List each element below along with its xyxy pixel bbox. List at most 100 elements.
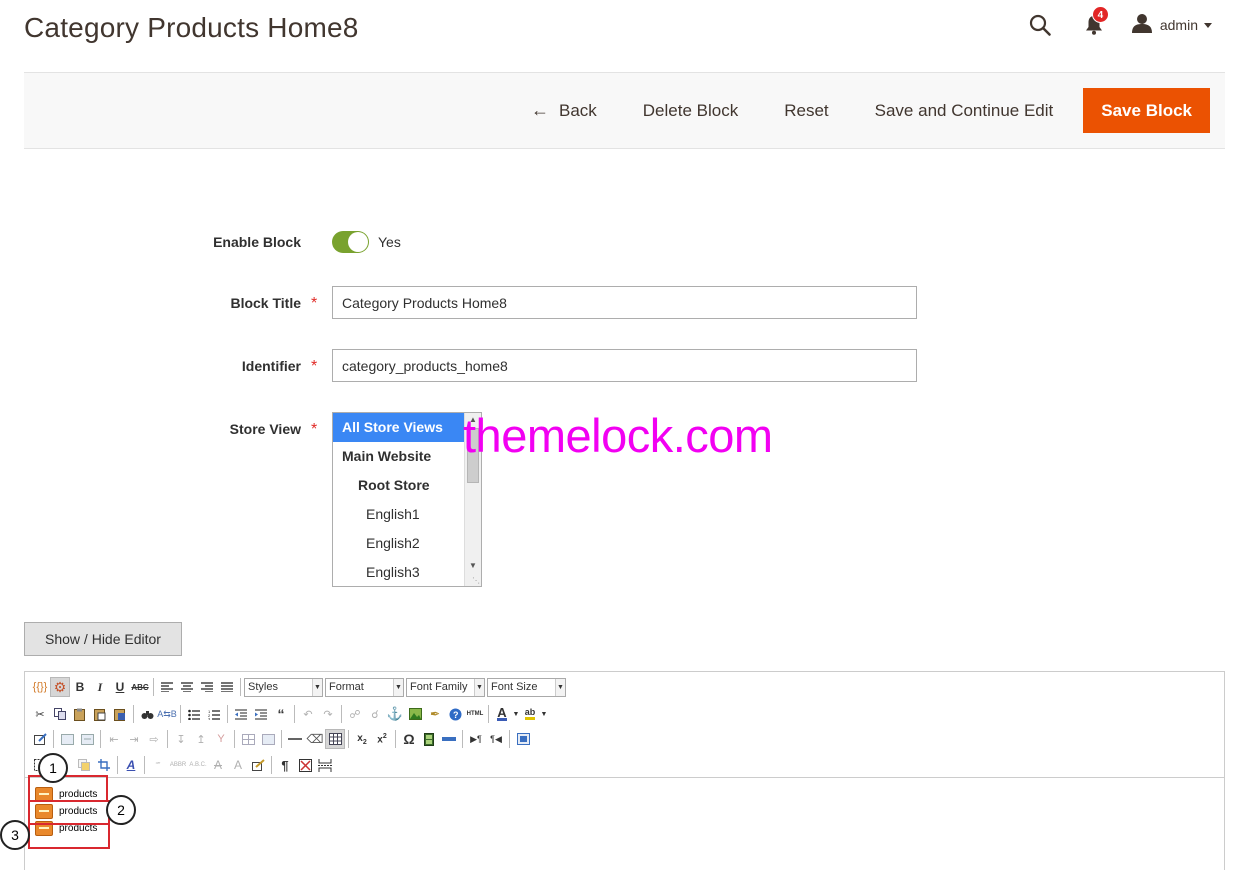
resize-grip-icon[interactable]: ⋱ <box>472 576 480 585</box>
insert-media-icon[interactable] <box>419 729 439 749</box>
insert-text-icon[interactable]: A <box>228 755 248 775</box>
find-replace-icon[interactable]: A⇆B <box>157 704 177 724</box>
style-props-icon[interactable]: A <box>121 755 141 775</box>
edit-style-icon[interactable] <box>30 729 50 749</box>
back-button[interactable]: ← Back <box>508 88 620 133</box>
crop-icon[interactable] <box>94 755 114 775</box>
format-select[interactable]: Format ▼ <box>325 677 404 697</box>
insert-layer-icon[interactable] <box>57 729 77 749</box>
delete-block-button[interactable]: Delete Block <box>620 88 761 133</box>
rtl-icon[interactable]: ¶◀ <box>486 729 506 749</box>
notifications-button[interactable]: 4 <box>1082 6 1109 37</box>
row-after-icon[interactable]: ⇥ <box>124 729 144 749</box>
absolute-position-icon[interactable] <box>77 729 97 749</box>
store-option-english3[interactable]: English3 <box>333 558 466 586</box>
delete-col-icon[interactable]: Υ <box>211 729 231 749</box>
attributes-icon[interactable] <box>248 755 268 775</box>
styles-select[interactable]: Styles ▼ <box>244 677 323 697</box>
bold-icon[interactable]: B <box>70 677 90 697</box>
abbr-icon[interactable]: ABBR <box>168 755 188 775</box>
undo-icon[interactable]: ↶ <box>298 704 318 724</box>
editor-content-area[interactable]: products products products <box>25 778 1224 870</box>
store-view-label: Store View <box>229 421 301 437</box>
store-option-all-store-views[interactable]: All Store Views <box>333 413 466 442</box>
col-after-icon[interactable]: ↥ <box>191 729 211 749</box>
help-icon[interactable]: ? <box>445 704 465 724</box>
acronym-icon[interactable]: A.B.C. <box>188 755 208 775</box>
store-option-root-store[interactable]: Root Store <box>333 471 466 500</box>
header-actions: 4 admin <box>1028 6 1212 40</box>
special-character-icon[interactable]: Ω <box>399 729 419 749</box>
superscript-icon[interactable]: x2 <box>372 729 392 749</box>
visual-chars-icon[interactable]: ¶ <box>275 755 295 775</box>
search-icon[interactable] <box>1028 13 1052 37</box>
cite-icon[interactable]: “” <box>148 755 168 775</box>
page-break-icon[interactable] <box>315 755 335 775</box>
enable-block-label: Enable Block <box>213 234 301 250</box>
store-option-english1[interactable]: English1 <box>333 500 466 529</box>
find-icon[interactable] <box>137 704 157 724</box>
save-and-continue-button[interactable]: Save and Continue Edit <box>852 88 1077 133</box>
underline-icon[interactable]: U <box>110 677 130 697</box>
paste-icon[interactable] <box>70 704 90 724</box>
chevron-down-icon: ▼ <box>555 678 565 696</box>
row-before-icon[interactable]: ⇤ <box>104 729 124 749</box>
indent-icon[interactable] <box>251 704 271 724</box>
horizontal-line-icon[interactable] <box>439 729 459 749</box>
font-size-select-label: Font Size <box>491 681 538 693</box>
col-before-icon[interactable]: ↧ <box>171 729 191 749</box>
strikethrough-icon[interactable]: ABC <box>130 677 150 697</box>
outdent-icon[interactable] <box>231 704 251 724</box>
fullscreen-icon[interactable] <box>513 729 533 749</box>
insert-widget-icon[interactable]: ⚙ <box>50 677 70 697</box>
merge-cells-icon[interactable] <box>258 729 278 749</box>
delete-text-icon[interactable]: A <box>208 755 228 775</box>
chevron-down-icon[interactable]: ▼ <box>512 704 520 724</box>
enable-block-toggle[interactable] <box>332 231 369 253</box>
store-option-main-website[interactable]: Main Website <box>333 442 466 471</box>
unlink-icon[interactable]: ☌ <box>365 704 385 724</box>
align-justify-icon[interactable] <box>217 677 237 697</box>
non-breaking-icon[interactable] <box>295 755 315 775</box>
copy-icon[interactable] <box>50 704 70 724</box>
background-color-icon[interactable]: ab <box>520 704 540 724</box>
insert-image-icon[interactable] <box>405 704 425 724</box>
horizontal-rule-icon[interactable] <box>285 729 305 749</box>
show-hide-editor-button[interactable]: Show / Hide Editor <box>24 622 182 656</box>
font-family-select[interactable]: Font Family ▼ <box>406 677 485 697</box>
subscript-icon[interactable]: x2 <box>352 729 372 749</box>
cut-icon[interactable]: ✂ <box>30 704 50 724</box>
cleanup-icon[interactable]: ✒ <box>425 704 445 724</box>
store-view-multiselect[interactable]: All Store Views Main Website Root Store … <box>332 412 482 587</box>
bullet-list-icon[interactable] <box>184 704 204 724</box>
insert-table-icon[interactable] <box>325 729 345 749</box>
ltr-icon[interactable]: ▶¶ <box>466 729 486 749</box>
anchor-icon[interactable]: ⚓ <box>385 704 405 724</box>
text-color-icon[interactable]: A <box>492 704 512 724</box>
remove-format-icon[interactable]: ⌫ <box>305 729 325 749</box>
scroll-down-arrow-icon[interactable]: ▼ <box>469 561 477 570</box>
link-icon[interactable]: ☍ <box>345 704 365 724</box>
align-right-icon[interactable] <box>197 677 217 697</box>
italic-icon[interactable]: I <box>90 677 110 697</box>
block-title-input[interactable] <box>332 286 917 319</box>
store-option-english2[interactable]: English2 <box>333 529 466 558</box>
align-center-icon[interactable] <box>177 677 197 697</box>
identifier-input[interactable] <box>332 349 917 382</box>
font-size-select[interactable]: Font Size ▼ <box>487 677 566 697</box>
blockquote-icon[interactable]: “ <box>271 704 291 724</box>
paste-word-icon[interactable] <box>110 704 130 724</box>
insert-variable-icon[interactable]: {{}} <box>30 677 50 697</box>
save-block-button[interactable]: Save Block <box>1083 88 1210 133</box>
split-cells-icon[interactable] <box>238 729 258 749</box>
chevron-down-icon[interactable]: ▼ <box>540 704 548 724</box>
align-left-icon[interactable] <box>157 677 177 697</box>
redo-icon[interactable]: ↷ <box>318 704 338 724</box>
delete-row-icon[interactable]: ⇨ <box>144 729 164 749</box>
copy-style-icon[interactable] <box>74 755 94 775</box>
html-source-icon[interactable]: HTML <box>465 704 485 724</box>
reset-button[interactable]: Reset <box>761 88 851 133</box>
paste-text-icon[interactable] <box>90 704 110 724</box>
numbered-list-icon[interactable]: 123 <box>204 704 224 724</box>
admin-user-menu[interactable]: admin <box>1131 13 1212 38</box>
